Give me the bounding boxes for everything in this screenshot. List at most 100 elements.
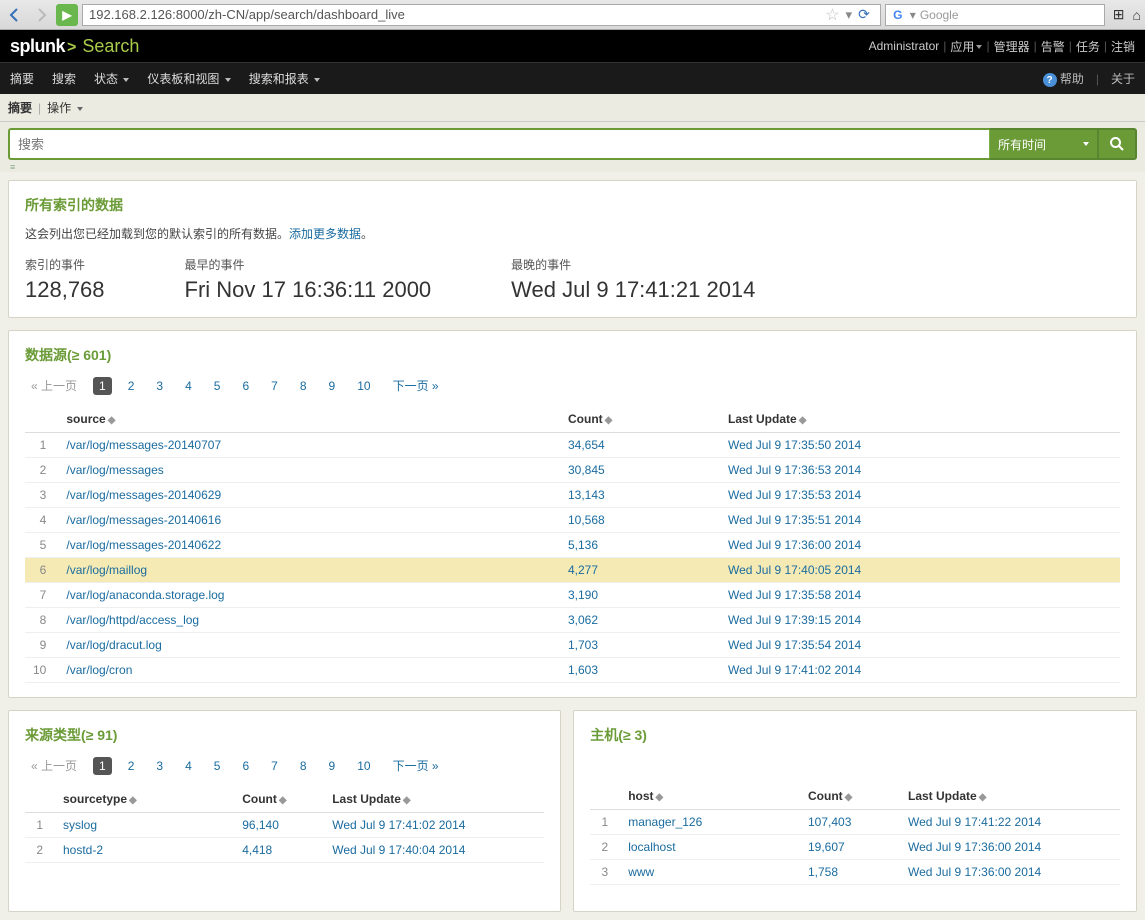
- page-prev[interactable]: « 上一页: [25, 375, 83, 396]
- nav-status[interactable]: 状态: [94, 70, 129, 87]
- cell-last[interactable]: Wed Jul 9 17:35:51 2014: [720, 508, 1120, 533]
- search-button[interactable]: [1099, 128, 1137, 160]
- cell-count[interactable]: 4,277: [560, 558, 720, 583]
- cell-count[interactable]: 1,758: [800, 860, 900, 885]
- page-2[interactable]: 2: [122, 377, 141, 395]
- cell-host[interactable]: www: [620, 860, 800, 885]
- cell-last[interactable]: Wed Jul 9 17:41:02 2014: [324, 813, 544, 838]
- table-row[interactable]: 2localhost19,607Wed Jul 9 17:36:00 2014: [590, 835, 1120, 860]
- dropdown-icon[interactable]: ▾: [846, 7, 853, 23]
- cell-host[interactable]: manager_126: [620, 810, 800, 835]
- cell-host[interactable]: localhost: [620, 835, 800, 860]
- table-row[interactable]: 1/var/log/messages-2014070734,654Wed Jul…: [25, 433, 1120, 458]
- page-10[interactable]: 10: [351, 377, 376, 395]
- page-prev[interactable]: « 上一页: [25, 755, 83, 776]
- cell-count[interactable]: 3,190: [560, 583, 720, 608]
- cell-count[interactable]: 5,136: [560, 533, 720, 558]
- manager-link[interactable]: 管理器: [994, 38, 1030, 55]
- addon-icon[interactable]: ⊞: [1109, 6, 1129, 23]
- actions-menu[interactable]: 操作: [47, 99, 82, 116]
- col-source[interactable]: source◆: [58, 406, 560, 433]
- cell-source[interactable]: /var/log/messages-20140622: [58, 533, 560, 558]
- cell-last[interactable]: Wed Jul 9 17:40:05 2014: [720, 558, 1120, 583]
- page-5[interactable]: 5: [208, 757, 227, 775]
- cell-last[interactable]: Wed Jul 9 17:39:15 2014: [720, 608, 1120, 633]
- user-link[interactable]: Administrator: [869, 39, 940, 53]
- page-7[interactable]: 7: [265, 757, 284, 775]
- cell-last[interactable]: Wed Jul 9 17:41:02 2014: [720, 658, 1120, 683]
- alerts-link[interactable]: 告警: [1041, 38, 1065, 55]
- help-link[interactable]: ? 帮助: [1043, 70, 1084, 88]
- about-link[interactable]: 关于: [1111, 70, 1135, 87]
- cell-last[interactable]: Wed Jul 9 17:35:53 2014: [720, 483, 1120, 508]
- logout-link[interactable]: 注销: [1111, 38, 1135, 55]
- cell-count[interactable]: 13,143: [560, 483, 720, 508]
- cell-count[interactable]: 10,568: [560, 508, 720, 533]
- page-6[interactable]: 6: [236, 377, 255, 395]
- page-10[interactable]: 10: [351, 757, 376, 775]
- page-8[interactable]: 8: [294, 757, 313, 775]
- col-last[interactable]: Last Update◆: [720, 406, 1120, 433]
- page-7[interactable]: 7: [265, 377, 284, 395]
- nav-dashboards[interactable]: 仪表板和视图: [147, 70, 230, 87]
- cell-source[interactable]: syslog: [55, 813, 234, 838]
- cell-last[interactable]: Wed Jul 9 17:40:04 2014: [324, 838, 544, 863]
- col-host[interactable]: host◆: [620, 783, 800, 810]
- cell-count[interactable]: 19,607: [800, 835, 900, 860]
- cell-source[interactable]: /var/log/dracut.log: [58, 633, 560, 658]
- col-last[interactable]: Last Update◆: [324, 786, 544, 813]
- nav-search[interactable]: 搜索: [52, 70, 76, 87]
- cell-source[interactable]: /var/log/anaconda.storage.log: [58, 583, 560, 608]
- logo[interactable]: splunk > Search: [10, 36, 139, 57]
- cell-count[interactable]: 34,654: [560, 433, 720, 458]
- cell-count[interactable]: 107,403: [800, 810, 900, 835]
- forward-button[interactable]: [30, 4, 52, 26]
- cell-last[interactable]: Wed Jul 9 17:35:50 2014: [720, 433, 1120, 458]
- table-row[interactable]: 3/var/log/messages-2014062913,143Wed Jul…: [25, 483, 1120, 508]
- home-icon[interactable]: ⌂: [1133, 7, 1141, 23]
- cell-last[interactable]: Wed Jul 9 17:36:00 2014: [900, 835, 1120, 860]
- time-range-select[interactable]: 所有时间: [989, 128, 1099, 160]
- cell-last[interactable]: Wed Jul 9 17:35:54 2014: [720, 633, 1120, 658]
- page-6[interactable]: 6: [236, 757, 255, 775]
- table-row[interactable]: 7/var/log/anaconda.storage.log3,190Wed J…: [25, 583, 1120, 608]
- cell-source[interactable]: /var/log/messages-20140629: [58, 483, 560, 508]
- cell-source[interactable]: /var/log/messages-20140616: [58, 508, 560, 533]
- page-next[interactable]: 下一页 »: [387, 375, 445, 396]
- app-menu[interactable]: 应用: [950, 38, 982, 55]
- page-4[interactable]: 4: [179, 757, 198, 775]
- cell-last[interactable]: Wed Jul 9 17:36:53 2014: [720, 458, 1120, 483]
- star-icon[interactable]: ☆: [825, 5, 839, 25]
- cell-source[interactable]: hostd-2: [55, 838, 234, 863]
- table-row[interactable]: 9/var/log/dracut.log1,703Wed Jul 9 17:35…: [25, 633, 1120, 658]
- cell-source[interactable]: /var/log/httpd/access_log: [58, 608, 560, 633]
- col-count[interactable]: Count◆: [560, 406, 720, 433]
- table-row[interactable]: 6/var/log/maillog4,277Wed Jul 9 17:40:05…: [25, 558, 1120, 583]
- col-count[interactable]: Count◆: [800, 783, 900, 810]
- cell-count[interactable]: 1,603: [560, 658, 720, 683]
- table-row[interactable]: 2hostd-24,418Wed Jul 9 17:40:04 2014: [25, 838, 544, 863]
- cell-last[interactable]: Wed Jul 9 17:41:22 2014: [900, 810, 1120, 835]
- page-5[interactable]: 5: [208, 377, 227, 395]
- cell-count[interactable]: 4,418: [234, 838, 324, 863]
- cell-count[interactable]: 30,845: [560, 458, 720, 483]
- cell-last[interactable]: Wed Jul 9 17:36:00 2014: [720, 533, 1120, 558]
- page-next[interactable]: 下一页 »: [387, 755, 445, 776]
- cell-last[interactable]: Wed Jul 9 17:35:58 2014: [720, 583, 1120, 608]
- back-button[interactable]: [4, 4, 26, 26]
- browser-search[interactable]: G ▾ Google: [885, 4, 1105, 26]
- page-3[interactable]: 3: [150, 377, 169, 395]
- cell-count[interactable]: 3,062: [560, 608, 720, 633]
- cell-source[interactable]: /var/log/maillog: [58, 558, 560, 583]
- page-9[interactable]: 9: [323, 377, 342, 395]
- page-3[interactable]: 3: [150, 757, 169, 775]
- table-row[interactable]: 5/var/log/messages-201406225,136Wed Jul …: [25, 533, 1120, 558]
- table-row[interactable]: 8/var/log/httpd/access_log3,062Wed Jul 9…: [25, 608, 1120, 633]
- table-row[interactable]: 2/var/log/messages30,845Wed Jul 9 17:36:…: [25, 458, 1120, 483]
- search-input[interactable]: [8, 128, 989, 160]
- col-last[interactable]: Last Update◆: [900, 783, 1120, 810]
- cell-count[interactable]: 1,703: [560, 633, 720, 658]
- cell-source[interactable]: /var/log/messages-20140707: [58, 433, 560, 458]
- add-more-data-link[interactable]: 添加更多数据: [289, 227, 361, 241]
- cell-count[interactable]: 96,140: [234, 813, 324, 838]
